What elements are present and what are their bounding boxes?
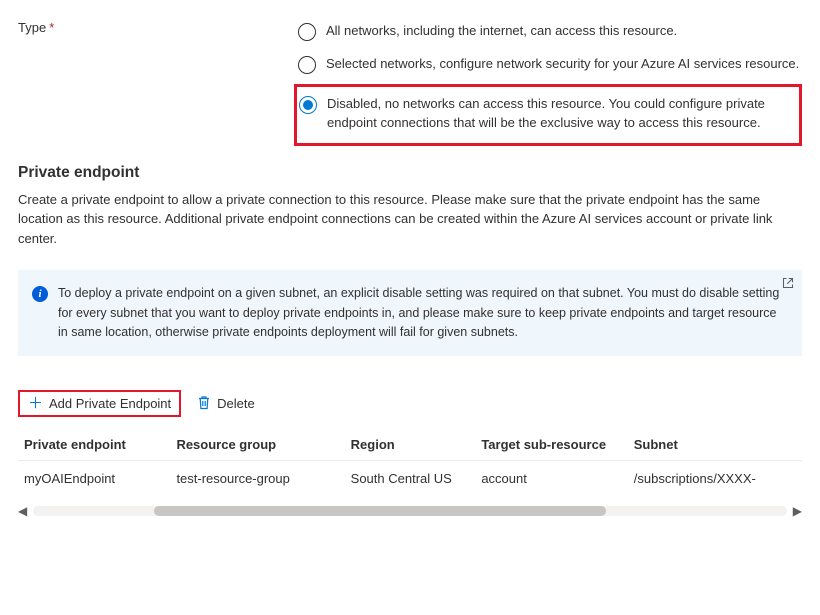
col-resource-group[interactable]: Resource group <box>170 429 344 461</box>
plus-icon: ＋ <box>28 396 43 411</box>
private-endpoints-table: Private endpoint Resource group Region T… <box>18 429 802 496</box>
network-access-radio-group: All networks, including the internet, ca… <box>298 18 802 146</box>
trash-icon <box>197 395 211 413</box>
cell-subnet: /subscriptions/XXXX- <box>628 461 802 497</box>
add-private-endpoint-label: Add Private Endpoint <box>49 396 171 411</box>
col-private-endpoint[interactable]: Private endpoint <box>18 429 170 461</box>
scrollbar-thumb[interactable] <box>154 506 606 516</box>
radio-selected-networks-label: Selected networks, configure network sec… <box>326 55 799 74</box>
external-link-icon[interactable] <box>782 276 794 295</box>
radio-all-networks[interactable]: All networks, including the internet, ca… <box>298 18 802 51</box>
delete-button[interactable]: Delete <box>189 391 263 417</box>
required-indicator: * <box>49 20 54 35</box>
cell-region: South Central US <box>345 461 476 497</box>
col-subnet[interactable]: Subnet <box>628 429 802 461</box>
type-label: Type* <box>18 18 298 35</box>
info-icon: i <box>32 286 48 302</box>
cell-target-sub-resource: account <box>475 461 627 497</box>
radio-icon-checked <box>299 96 317 114</box>
col-region[interactable]: Region <box>345 429 476 461</box>
private-endpoint-description: Create a private endpoint to allow a pri… <box>18 190 802 249</box>
radio-selected-networks[interactable]: Selected networks, configure network sec… <box>298 51 802 84</box>
radio-icon <box>298 56 316 74</box>
cell-private-endpoint: myOAIEndpoint <box>18 461 170 497</box>
cell-resource-group: test-resource-group <box>170 461 344 497</box>
highlighted-disabled-option: Disabled, no networks can access this re… <box>294 84 802 146</box>
radio-icon <box>298 23 316 41</box>
radio-disabled[interactable]: Disabled, no networks can access this re… <box>299 91 793 137</box>
scrollbar-track[interactable] <box>33 506 787 516</box>
private-endpoint-heading: Private endpoint <box>18 164 802 182</box>
add-private-endpoint-button[interactable]: ＋ Add Private Endpoint <box>18 390 181 417</box>
scroll-right-arrow-icon[interactable]: ▶ <box>793 504 802 518</box>
info-message: i To deploy a private endpoint on a give… <box>18 270 802 356</box>
radio-all-networks-label: All networks, including the internet, ca… <box>326 22 677 41</box>
horizontal-scrollbar[interactable]: ◀ ▶ <box>18 504 802 518</box>
radio-disabled-label: Disabled, no networks can access this re… <box>327 95 793 133</box>
table-row[interactable]: myOAIEndpoint test-resource-group South … <box>18 461 802 497</box>
scroll-left-arrow-icon[interactable]: ◀ <box>18 504 27 518</box>
info-message-text: To deploy a private endpoint on a given … <box>58 284 788 342</box>
table-header-row: Private endpoint Resource group Region T… <box>18 429 802 461</box>
delete-label: Delete <box>217 396 255 411</box>
col-target-sub-resource[interactable]: Target sub-resource <box>475 429 627 461</box>
endpoint-toolbar: ＋ Add Private Endpoint Delete <box>18 390 802 417</box>
